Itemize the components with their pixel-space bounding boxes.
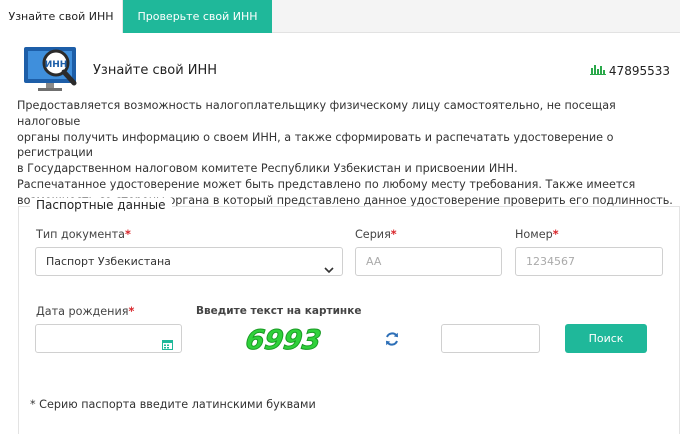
number-input[interactable]: 1234567 bbox=[515, 247, 663, 276]
captcha-label: Введите текст на картинке bbox=[196, 305, 362, 317]
chevron-down-icon bbox=[324, 257, 334, 284]
series-label-text: Серия bbox=[355, 228, 391, 241]
number-label: Номер* bbox=[515, 228, 559, 241]
calendar-icon[interactable] bbox=[162, 333, 173, 360]
monitor-icon-text: ИНН bbox=[45, 60, 68, 70]
captcha-image: 6993 bbox=[240, 322, 336, 357]
tab-bar: Узнайте свой ИНН Проверьте свой ИНН bbox=[0, 0, 680, 33]
series-note: * Серию паспорта введите латинскими букв… bbox=[30, 398, 316, 411]
captcha-input[interactable] bbox=[441, 324, 540, 353]
description-line: Распечатанное удостоверение может быть п… bbox=[17, 177, 636, 191]
series-input[interactable]: AA bbox=[355, 247, 502, 276]
page-title: Узнайте свой ИНН bbox=[93, 63, 218, 78]
counter-value: 47895533 bbox=[608, 63, 670, 78]
panel-legend: Паспортные данные bbox=[30, 198, 172, 212]
doc-type-label: Тип документа* bbox=[36, 228, 131, 241]
number-label-text: Номер bbox=[515, 228, 553, 241]
description-line: органы получить информацию о своем ИНН, … bbox=[17, 130, 614, 160]
description-line: в Государственном налоговом комитете Рес… bbox=[17, 162, 518, 176]
description-line: Предоставляется возможность налогоплател… bbox=[17, 99, 616, 128]
required-mark: * bbox=[552, 228, 559, 241]
search-button[interactable]: Поиск bbox=[565, 324, 647, 353]
required-mark: * bbox=[124, 228, 131, 241]
doc-type-select[interactable]: Паспорт Узбекистана bbox=[35, 247, 343, 276]
required-mark: * bbox=[390, 228, 397, 241]
birthdate-label: Дата рождения* bbox=[36, 305, 134, 318]
captcha-text: 6993 bbox=[244, 325, 323, 354]
birthdate-input[interactable] bbox=[35, 324, 182, 353]
monitor-magnifier-icon: ИНН bbox=[20, 45, 84, 97]
doc-type-value: Паспорт Узбекистана bbox=[46, 255, 171, 268]
refresh-icon[interactable] bbox=[384, 331, 400, 351]
series-label: Серия* bbox=[355, 228, 397, 241]
doc-type-label-text: Тип документа bbox=[36, 228, 125, 241]
birthdate-label-text: Дата рождения bbox=[36, 305, 129, 318]
visit-counter: 47895533 bbox=[589, 63, 670, 78]
tab-check-inn[interactable]: Проверьте свой ИНН bbox=[123, 0, 272, 33]
description: Предоставляется возможность налогоплател… bbox=[17, 98, 673, 209]
tab-find-inn[interactable]: Узнайте свой ИНН bbox=[0, 0, 123, 33]
required-mark: * bbox=[128, 305, 135, 318]
bar-chart-icon bbox=[589, 63, 606, 78]
